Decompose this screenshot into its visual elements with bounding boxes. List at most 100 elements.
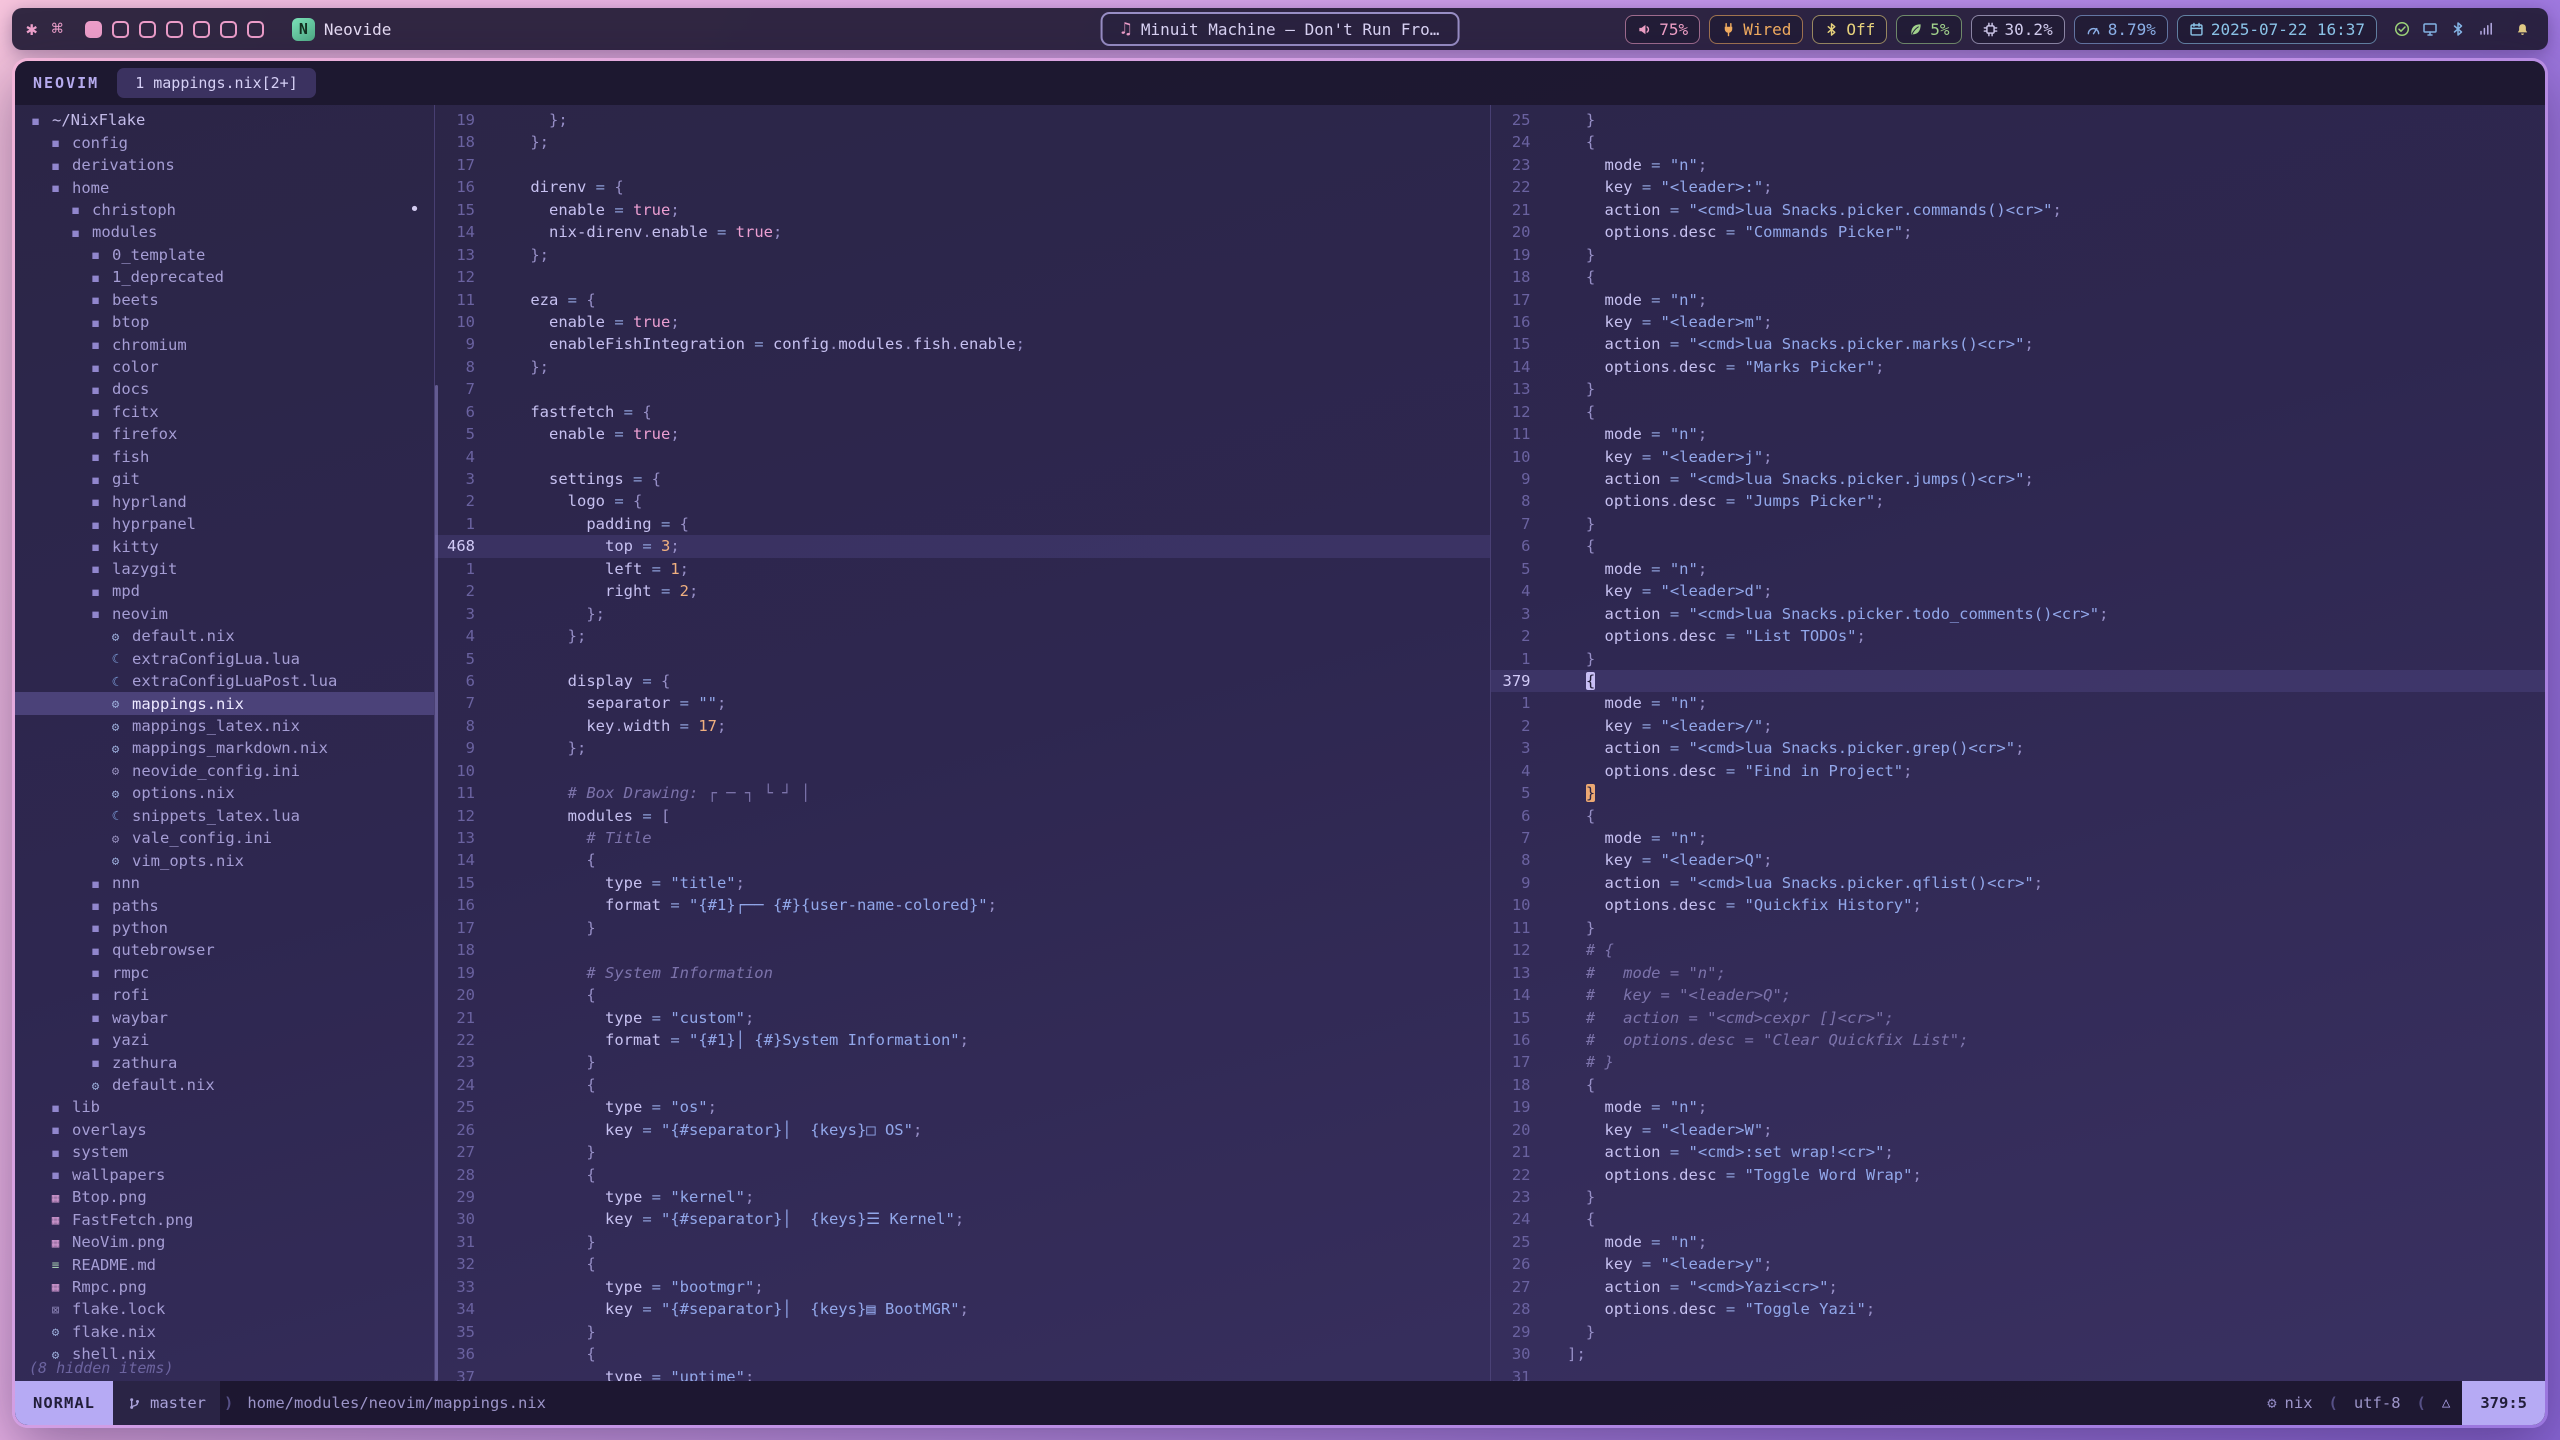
code-line[interactable]: 3 settings = { bbox=[435, 468, 1490, 490]
tree-item-git[interactable]: ◼git bbox=[15, 468, 434, 490]
code-line[interactable]: 5 bbox=[435, 648, 1490, 670]
tree-item-config[interactable]: ◼config bbox=[15, 131, 434, 153]
tree-item-extraconfigluapost.lua[interactable]: ☾extraConfigLuaPost.lua bbox=[15, 670, 434, 692]
code-line[interactable]: 32 { bbox=[435, 1253, 1490, 1275]
code-line[interactable]: 7 separator = ""; bbox=[435, 692, 1490, 714]
tree-item-christoph[interactable]: ◼christoph• bbox=[15, 199, 434, 221]
tree-item-0_template[interactable]: ◼0_template bbox=[15, 244, 434, 266]
code-line[interactable]: 18 { bbox=[1491, 266, 2546, 288]
code-line[interactable]: 2 key = "<leader>/"; bbox=[1491, 715, 2546, 737]
signal-icon[interactable] bbox=[2478, 21, 2494, 37]
code-line[interactable]: 4 bbox=[435, 446, 1490, 468]
monitor-icon[interactable] bbox=[2422, 21, 2438, 37]
code-line[interactable]: 6 fastfetch = { bbox=[435, 401, 1490, 423]
code-line[interactable]: 8 key = "<leader>Q"; bbox=[1491, 849, 2546, 871]
code-line[interactable]: 31 } bbox=[435, 1231, 1490, 1253]
code-line[interactable]: 28 options.desc = "Toggle Yazi"; bbox=[1491, 1298, 2546, 1320]
code-line[interactable]: 17 } bbox=[435, 917, 1490, 939]
code-line[interactable]: 29 type = "kernel"; bbox=[435, 1186, 1490, 1208]
workspace-button-6[interactable] bbox=[220, 21, 237, 38]
code-line[interactable]: 14 # key = "<leader>Q"; bbox=[1491, 984, 2546, 1006]
code-line[interactable]: 25 mode = "n"; bbox=[1491, 1231, 2546, 1253]
code-line[interactable]: 33 type = "bootmgr"; bbox=[435, 1276, 1490, 1298]
code-line[interactable]: 26 key = "<leader>y"; bbox=[1491, 1253, 2546, 1275]
code-line[interactable]: 7 } bbox=[1491, 513, 2546, 535]
code-line[interactable]: 13 }; bbox=[435, 244, 1490, 266]
code-line[interactable]: 11 # Box Drawing: ┌ ─ ┐ └ ┘ │ bbox=[435, 782, 1490, 804]
tree-item-default.nix[interactable]: ⚙default.nix bbox=[15, 625, 434, 647]
tree-item-mappings.nix[interactable]: ⚙mappings.nix bbox=[15, 692, 434, 714]
code-line[interactable]: 1 mode = "n"; bbox=[1491, 692, 2546, 714]
code-line[interactable]: 17 # } bbox=[1491, 1051, 2546, 1073]
code-line[interactable]: 16 direnv = { bbox=[435, 176, 1490, 198]
code-line[interactable]: 15 action = "<cmd>lua Snacks.picker.mark… bbox=[1491, 333, 2546, 355]
tree-item-derivations[interactable]: ◼derivations bbox=[15, 154, 434, 176]
volume-widget[interactable]: 75% bbox=[1625, 15, 1700, 44]
code-line[interactable]: 25 type = "os"; bbox=[435, 1096, 1490, 1118]
code-line[interactable]: 23 } bbox=[1491, 1186, 2546, 1208]
code-line[interactable]: 4 key = "<leader>d"; bbox=[1491, 580, 2546, 602]
code-line[interactable]: 6 { bbox=[1491, 535, 2546, 557]
code-line[interactable]: 1 left = 1; bbox=[435, 558, 1490, 580]
code-line[interactable]: 18 }; bbox=[435, 131, 1490, 153]
code-line[interactable]: 12 { bbox=[1491, 401, 2546, 423]
code-line[interactable]: 3 action = "<cmd>lua Snacks.picker.todo_… bbox=[1491, 603, 2546, 625]
code-line[interactable]: 36 { bbox=[435, 1343, 1490, 1365]
tree-item-rmpc.png[interactable]: ▦Rmpc.png bbox=[15, 1276, 434, 1298]
clock-widget[interactable]: 2025-07-22 16:37 bbox=[2177, 15, 2377, 44]
workspace-button-1[interactable] bbox=[85, 21, 102, 38]
check-icon[interactable] bbox=[2394, 21, 2410, 37]
code-line[interactable]: 21 type = "custom"; bbox=[435, 1007, 1490, 1029]
tree-item-python[interactable]: ◼python bbox=[15, 917, 434, 939]
tree-item-lib[interactable]: ◼lib bbox=[15, 1096, 434, 1118]
code-line[interactable]: 31 bbox=[1491, 1366, 2546, 1382]
tree-item-vale_config.ini[interactable]: ⚙vale_config.ini bbox=[15, 827, 434, 849]
tree-item-readme.md[interactable]: ≡README.md bbox=[15, 1253, 434, 1275]
tree-item-hyprpanel[interactable]: ◼hyprpanel bbox=[15, 513, 434, 535]
code-line[interactable]: 20 { bbox=[435, 984, 1490, 1006]
tree-item-flake.lock[interactable]: ⊠flake.lock bbox=[15, 1298, 434, 1320]
tree-item-nixflake[interactable]: ◼~/NixFlake bbox=[15, 109, 434, 131]
tree-item-flake.nix[interactable]: ⚙flake.nix bbox=[15, 1321, 434, 1343]
code-line[interactable]: 21 action = "<cmd>lua Snacks.picker.comm… bbox=[1491, 199, 2546, 221]
code-line[interactable]: 25 } bbox=[1491, 109, 2546, 131]
code-line[interactable]: 35 } bbox=[435, 1321, 1490, 1343]
code-line[interactable]: 26 key = "{#separator}│ {keys}□ OS"; bbox=[435, 1119, 1490, 1141]
tree-item-neovide_config.ini[interactable]: ⚙neovide_config.ini bbox=[15, 760, 434, 782]
code-line[interactable]: 9 enableFishIntegration = config.modules… bbox=[435, 333, 1490, 355]
code-pane-left[interactable]: 19 };18 };1716 direnv = {15 enable = tru… bbox=[435, 105, 1490, 1381]
workspace-button-2[interactable] bbox=[112, 21, 129, 38]
code-line[interactable]: 9 }; bbox=[435, 737, 1490, 759]
code-line[interactable]: 8 options.desc = "Jumps Picker"; bbox=[1491, 490, 2546, 512]
tree-item-waybar[interactable]: ◼waybar bbox=[15, 1007, 434, 1029]
code-line[interactable]: 12 # { bbox=[1491, 939, 2546, 961]
code-line[interactable]: 3 action = "<cmd>lua Snacks.picker.grep(… bbox=[1491, 737, 2546, 759]
code-line[interactable]: 22 format = "{#1}│ {#}System Information… bbox=[435, 1029, 1490, 1051]
code-line[interactable]: 24 { bbox=[435, 1074, 1490, 1096]
tree-item-wallpapers[interactable]: ◼wallpapers bbox=[15, 1164, 434, 1186]
workspace-button-4[interactable] bbox=[166, 21, 183, 38]
code-line[interactable]: 27 action = "<cmd>Yazi<cr>"; bbox=[1491, 1276, 2546, 1298]
apps-icon[interactable]: ⌘ bbox=[51, 20, 62, 39]
tree-item-btop[interactable]: ◼btop bbox=[15, 311, 434, 333]
code-line[interactable]: 13 # Title bbox=[435, 827, 1490, 849]
tree-item-rofi[interactable]: ◼rofi bbox=[15, 984, 434, 1006]
code-line[interactable]: 9 action = "<cmd>lua Snacks.picker.jumps… bbox=[1491, 468, 2546, 490]
code-line[interactable]: 7 bbox=[435, 378, 1490, 400]
code-line[interactable]: 23 } bbox=[435, 1051, 1490, 1073]
tree-item-snippets_latex.lua[interactable]: ☾snippets_latex.lua bbox=[15, 805, 434, 827]
cpu-widget[interactable]: 8.79% bbox=[2074, 15, 2168, 44]
code-line[interactable]: 1 } bbox=[1491, 648, 2546, 670]
code-line[interactable]: 16 # options.desc = "Clear Quickfix List… bbox=[1491, 1029, 2546, 1051]
code-pane-right[interactable]: 25 }24 {23 mode = "n";22 key = "<leader>… bbox=[1490, 105, 2546, 1381]
tree-item-chromium[interactable]: ◼chromium bbox=[15, 333, 434, 355]
code-line[interactable]: 10 enable = true; bbox=[435, 311, 1490, 333]
code-line[interactable]: 30 ]; bbox=[1491, 1343, 2546, 1365]
tree-item-paths[interactable]: ◼paths bbox=[15, 894, 434, 916]
media-player-widget[interactable]: ♫ Minuit Machine – Don't Run Fro… bbox=[1101, 12, 1460, 46]
code-line[interactable]: 11 mode = "n"; bbox=[1491, 423, 2546, 445]
code-line[interactable]: 8 key.width = 17; bbox=[435, 715, 1490, 737]
code-line[interactable]: 5 enable = true; bbox=[435, 423, 1490, 445]
tree-item-default.nix[interactable]: ⚙default.nix bbox=[15, 1074, 434, 1096]
code-line[interactable]: 14 { bbox=[435, 849, 1490, 871]
